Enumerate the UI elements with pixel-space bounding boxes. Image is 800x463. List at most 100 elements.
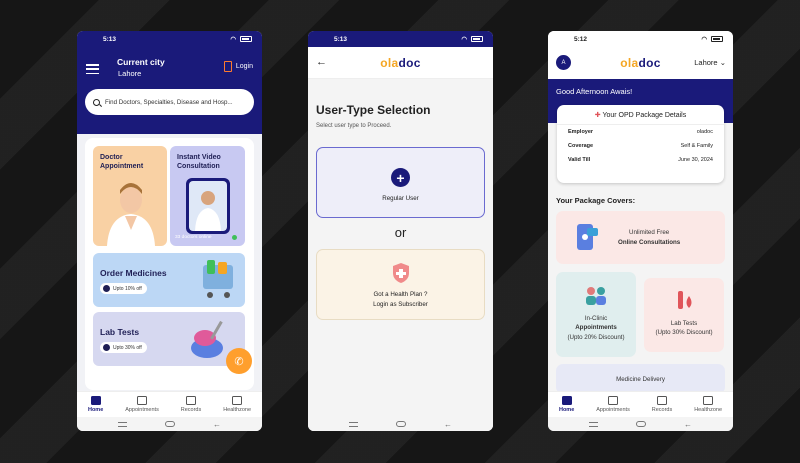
employer-row: Employer oladoc — [568, 129, 713, 135]
oladoc-logo: oladoc — [620, 56, 661, 70]
records-icon — [657, 396, 667, 405]
covers-heading: Your Package Covers: — [556, 196, 636, 205]
doctor-appointment-tile[interactable]: Doctor Appointment — [93, 146, 167, 246]
page-subtitle: Select user type to Proceed. — [316, 123, 392, 129]
recents-button[interactable] — [118, 421, 127, 427]
city-dropdown[interactable]: Lahore ⌄ — [694, 58, 726, 67]
tab-records[interactable]: Records — [652, 396, 672, 413]
medicine-delivery-card[interactable]: Medicine Delivery — [556, 364, 725, 394]
home-system-button[interactable] — [396, 421, 406, 427]
heart-icon — [232, 396, 243, 405]
plus-badge-icon: ✚ — [594, 112, 601, 119]
option-label: Login as Subscriber — [373, 300, 428, 308]
phone-doctor-image — [186, 178, 230, 234]
recents-button[interactable] — [349, 421, 358, 427]
tab-home[interactable]: Home — [88, 396, 103, 413]
battery-icon — [471, 36, 483, 42]
order-medicines-tile[interactable]: Order Medicines Upto 10% off — [93, 253, 245, 307]
opd-card-title: ✚ Your OPD Package Details — [557, 105, 724, 125]
option-label: Regular User — [382, 195, 419, 202]
regular-user-option[interactable]: + Regular User — [316, 147, 485, 218]
heart-icon — [703, 396, 714, 405]
online-indicator — [232, 235, 237, 240]
city-value[interactable]: Lahore — [118, 69, 141, 78]
calendar-icon — [608, 396, 618, 405]
lab-sample-image — [191, 320, 223, 358]
lab-tests-card[interactable]: Lab Tests (Upto 30% Discount) — [644, 278, 724, 352]
recents-button[interactable] — [589, 421, 598, 427]
coverage-row: Coverage Self & Family — [568, 143, 713, 149]
discount-chip: Upto 10% off — [100, 283, 147, 294]
login-button[interactable]: Login — [223, 61, 253, 72]
medicine-cart-image — [203, 260, 233, 298]
home-icon — [561, 396, 572, 405]
system-nav-bar: ← — [77, 417, 262, 431]
login-icon — [223, 61, 232, 72]
home-system-button[interactable] — [165, 421, 175, 427]
calendar-icon — [137, 396, 147, 405]
search-input[interactable]: Find Doctors, Specialties, Disease and H… — [85, 89, 254, 115]
user-type-content: User-Type Selection Select user type to … — [308, 79, 493, 431]
call-fab-button[interactable]: ✆ — [226, 348, 252, 374]
tab-healthzone[interactable]: Healthzone — [223, 396, 251, 413]
app-bar: ← oladoc — [308, 47, 493, 79]
tile-title: Lab Tests — [100, 327, 140, 337]
status-icons: ◠ — [701, 35, 723, 43]
clinic-people-icon — [586, 287, 606, 305]
lab-tube-icon — [678, 291, 692, 309]
phone-icon: ✆ — [234, 355, 244, 368]
tile-title: Instant Video Consultation — [177, 154, 221, 170]
in-clinic-card[interactable]: In-Clinic Appointments (Upto 20% Discount) — [556, 272, 636, 357]
records-icon — [186, 396, 196, 405]
opd-package-card: ✚ Your OPD Package Details Employer olado… — [557, 105, 724, 183]
bottom-tab-bar: Home Appointments Records Healthzone — [548, 391, 733, 417]
login-label: Login — [235, 63, 253, 70]
doctors-online-text: 33 doctors online — [175, 235, 212, 240]
page-title: User-Type Selection — [316, 103, 431, 117]
back-arrow-icon[interactable]: ← — [316, 56, 327, 68]
online-consultations-card[interactable]: Unlimited Free Online Consultations — [556, 211, 725, 264]
phone-home-screen: 5:13 ◠ Current city Lahore Login Find Do… — [77, 31, 262, 431]
search-placeholder: Find Doctors, Specialties, Disease and H… — [105, 98, 233, 106]
tab-records[interactable]: Records — [181, 396, 201, 413]
tile-title: Doctor Appointment — [100, 154, 144, 170]
home-header: 5:13 ◠ Current city Lahore Login Find Do… — [77, 31, 262, 139]
bottom-tab-bar: Home Appointments Records Healthzone — [77, 391, 262, 417]
home-body: Doctor Appointment Instant Video Consult… — [77, 134, 262, 400]
system-nav-bar: ← — [308, 417, 493, 431]
valid-till-row: Valid Till June 30, 2024 — [568, 157, 713, 163]
health-plan-shield-icon — [392, 263, 409, 284]
status-time: 5:13 — [103, 35, 117, 43]
chevron-down-icon: ⌄ — [719, 58, 726, 67]
back-system-button[interactable]: ← — [213, 420, 221, 429]
discount-chip: Upto 30% off — [100, 342, 147, 353]
back-system-button[interactable]: ← — [444, 420, 452, 429]
lab-tests-tile[interactable]: Lab Tests Upto 30% off — [93, 312, 245, 366]
video-consult-icon — [577, 224, 598, 250]
status-time: 5:13 — [334, 35, 348, 43]
tile-title: Order Medicines — [100, 268, 167, 278]
battery-icon — [240, 36, 252, 42]
wifi-icon: ◠ — [461, 36, 467, 43]
status-bar: 5:13 ◠ — [308, 31, 493, 47]
search-icon — [93, 98, 100, 106]
tab-healthzone[interactable]: Healthzone — [694, 396, 722, 413]
tab-home[interactable]: Home — [559, 396, 574, 413]
home-system-button[interactable] — [636, 421, 646, 427]
video-consultation-tile[interactable]: Instant Video Consultation 33 doctors on… — [170, 146, 245, 246]
menu-icon[interactable] — [86, 64, 99, 74]
avatar[interactable]: A — [556, 55, 571, 70]
option-question: Got a Health Plan ? — [373, 291, 428, 299]
current-city-label: Current city — [117, 57, 165, 67]
phone-user-type-screen: 5:13 ◠ ← oladoc User-Type Selection Sele… — [308, 31, 493, 431]
status-bar: 5:13 ◠ — [77, 31, 262, 47]
back-system-button[interactable]: ← — [684, 420, 692, 429]
home-icon — [90, 396, 101, 405]
doctor-image — [107, 183, 155, 246]
health-plan-option[interactable]: Got a Health Plan ? Login as Subscriber — [316, 249, 485, 320]
tab-appointments[interactable]: Appointments — [125, 396, 159, 413]
status-icons: ◠ — [230, 35, 252, 43]
tab-appointments[interactable]: Appointments — [596, 396, 630, 413]
status-time: 5:12 — [574, 35, 588, 43]
or-divider: or — [394, 225, 407, 240]
